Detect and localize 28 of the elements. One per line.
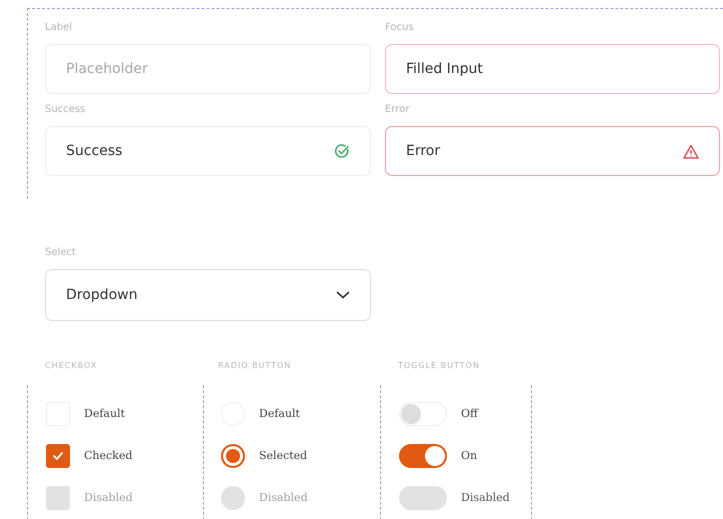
input-field[interactable]: Filled Input — [385, 44, 720, 94]
section-heading: TOGGLE BUTTON — [397, 361, 481, 372]
option-label: Default — [84, 407, 125, 420]
option-label: Disabled — [84, 491, 133, 504]
option-label: Selected — [259, 449, 308, 462]
option-label: On — [461, 449, 478, 462]
section-heading: CHECKBOX — [44, 361, 98, 372]
checkbox[interactable] — [46, 444, 70, 468]
field-label: Error — [385, 104, 410, 117]
check-circle-icon — [334, 143, 350, 159]
chevron-down-icon — [336, 291, 350, 299]
section-heading: RADIO BUTTON — [217, 361, 292, 372]
input-field[interactable]: Error — [385, 126, 720, 176]
option-label: Default — [259, 407, 300, 420]
option-label: Off — [461, 407, 478, 420]
input-field[interactable]: Success — [45, 126, 371, 176]
option-label: Disabled — [461, 491, 510, 504]
checkmark-icon — [53, 452, 63, 460]
field-label: Focus — [385, 22, 415, 35]
toggle-switch[interactable] — [399, 444, 447, 468]
dropdown[interactable]: Dropdown — [45, 269, 371, 321]
radio-button[interactable] — [221, 444, 245, 468]
field-label: Select — [45, 247, 77, 260]
option-label: Checked — [84, 449, 132, 462]
option-label: Disabled — [259, 491, 308, 504]
field-label: Label — [45, 22, 73, 35]
warning-icon — [683, 144, 699, 158]
field-label: Success — [45, 104, 86, 117]
